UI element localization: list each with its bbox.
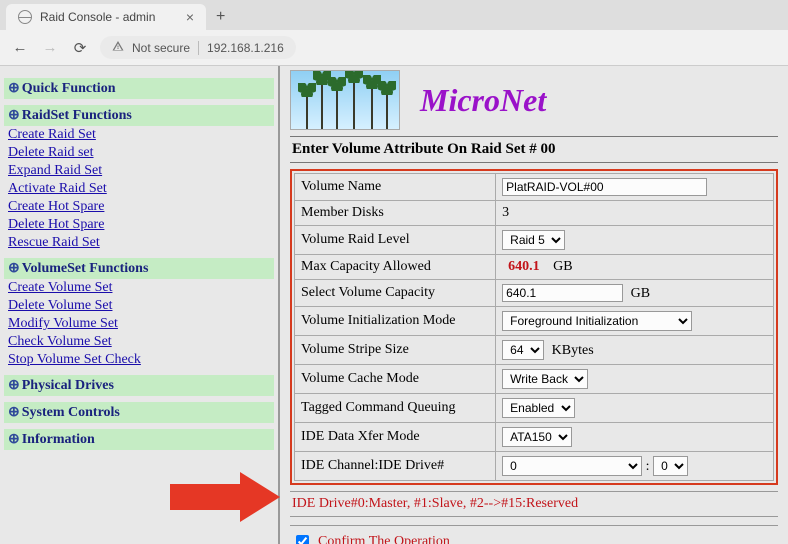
sidebar-group-header[interactable]: ⊕System Controls bbox=[4, 402, 274, 423]
form-highlight-box: Volume Name Member Disks 3 Volume Raid L… bbox=[290, 169, 778, 485]
tcq-select[interactable]: Enabled bbox=[502, 398, 575, 418]
table-row: Volume Stripe Size 64 KBytes bbox=[295, 336, 774, 365]
confirm-row: Confirm The Operation bbox=[290, 525, 778, 544]
sidebar-link[interactable]: Activate Raid Set bbox=[4, 180, 274, 198]
tab-title: Raid Console - admin bbox=[40, 10, 155, 24]
cache-mode-select[interactable]: Write Back bbox=[502, 369, 588, 389]
globe-icon bbox=[18, 10, 32, 24]
reload-button[interactable]: ⟳ bbox=[70, 39, 90, 57]
sidebar-group-header[interactable]: ⊕Quick Function bbox=[4, 78, 274, 99]
sidebar-link[interactable]: Modify Volume Set bbox=[4, 315, 274, 333]
label-raid-level: Volume Raid Level bbox=[295, 226, 496, 255]
label-max-capacity: Max Capacity Allowed bbox=[295, 255, 496, 280]
max-capacity-value: 640.1 GB bbox=[496, 255, 774, 280]
table-row: Volume Raid Level Raid 5 bbox=[295, 226, 774, 255]
ide-channel-select[interactable]: 0 bbox=[502, 456, 642, 476]
label-select-capacity: Select Volume Capacity bbox=[295, 280, 496, 307]
sidebar-link[interactable]: Expand Raid Set bbox=[4, 162, 274, 180]
member-disks-value: 3 bbox=[496, 201, 774, 226]
sidebar-group-header[interactable]: ⊕RaidSet Functions bbox=[4, 105, 274, 126]
capacity-unit: GB bbox=[631, 286, 650, 301]
sidebar-link[interactable]: Create Volume Set bbox=[4, 279, 274, 297]
tab-bar: Raid Console - admin × + bbox=[0, 0, 788, 30]
main-content: MicroNet Enter Volume Attribute On Raid … bbox=[280, 66, 788, 544]
confirm-label: Confirm The Operation bbox=[318, 534, 450, 544]
init-mode-select[interactable]: Foreground Initialization bbox=[502, 311, 692, 331]
label-cache-mode: Volume Cache Mode bbox=[295, 365, 496, 394]
table-row: Volume Name bbox=[295, 174, 774, 201]
label-member-disks: Member Disks bbox=[295, 201, 496, 226]
volume-name-input[interactable] bbox=[502, 178, 707, 196]
table-row: Volume Initialization Mode Foreground In… bbox=[295, 307, 774, 336]
label-init-mode: Volume Initialization Mode bbox=[295, 307, 496, 336]
sidebar-link[interactable]: Stop Volume Set Check bbox=[4, 351, 274, 369]
sidebar-link[interactable]: Delete Hot Spare bbox=[4, 216, 274, 234]
new-tab-button[interactable]: + bbox=[206, 4, 235, 30]
sidebar-link[interactable]: Check Volume Set bbox=[4, 333, 274, 351]
warning-icon bbox=[112, 40, 124, 55]
table-row: IDE Data Xfer Mode ATA150 bbox=[295, 423, 774, 452]
browser-chrome: Raid Console - admin × + ← → ⟳ Not secur… bbox=[0, 0, 788, 66]
label-xfer-mode: IDE Data Xfer Mode bbox=[295, 423, 496, 452]
sidebar-link[interactable]: Delete Volume Set bbox=[4, 297, 274, 315]
ide-footnote: IDE Drive#0:Master, #1:Slave, #2-->#15:R… bbox=[290, 491, 778, 517]
hero: MicroNet bbox=[290, 70, 778, 130]
label-tcq: Tagged Command Queuing bbox=[295, 394, 496, 423]
table-row: Member Disks 3 bbox=[295, 201, 774, 226]
url-text: 192.168.1.216 bbox=[207, 41, 284, 55]
browser-tab[interactable]: Raid Console - admin × bbox=[6, 4, 206, 30]
url-field[interactable]: Not secure 192.168.1.216 bbox=[100, 36, 296, 59]
sidebar: ⊕Quick Function⊕RaidSet FunctionsCreate … bbox=[0, 66, 280, 544]
stripe-size-select[interactable]: 64 bbox=[502, 340, 544, 360]
table-row: IDE Channel:IDE Drive# 0 : 0 bbox=[295, 452, 774, 481]
sidebar-link[interactable]: Create Raid Set bbox=[4, 126, 274, 144]
raid-level-select[interactable]: Raid 5 bbox=[502, 230, 565, 250]
sidebar-link[interactable]: Delete Raid set bbox=[4, 144, 274, 162]
security-label: Not secure bbox=[132, 41, 190, 55]
address-bar: ← → ⟳ Not secure 192.168.1.216 bbox=[0, 30, 788, 65]
ide-drive-select[interactable]: 0 bbox=[653, 456, 688, 476]
forward-button[interactable]: → bbox=[40, 39, 60, 56]
brand-title: MicroNet bbox=[420, 82, 546, 119]
label-ide-channel: IDE Channel:IDE Drive# bbox=[295, 452, 496, 481]
table-row: Max Capacity Allowed 640.1 GB bbox=[295, 255, 774, 280]
close-icon[interactable]: × bbox=[186, 10, 194, 24]
sidebar-group-header[interactable]: ⊕VolumeSet Functions bbox=[4, 258, 274, 279]
volume-attribute-table: Volume Name Member Disks 3 Volume Raid L… bbox=[294, 173, 774, 481]
back-button[interactable]: ← bbox=[10, 39, 30, 56]
sidebar-link[interactable]: Create Hot Spare bbox=[4, 198, 274, 216]
divider bbox=[198, 41, 199, 55]
xfer-mode-select[interactable]: ATA150 bbox=[502, 427, 572, 447]
label-volume-name: Volume Name bbox=[295, 174, 496, 201]
sidebar-group-header[interactable]: ⊕Information bbox=[4, 429, 274, 450]
panel-title: Enter Volume Attribute On Raid Set # 00 bbox=[290, 136, 778, 163]
table-row: Select Volume Capacity GB bbox=[295, 280, 774, 307]
hero-image bbox=[290, 70, 400, 130]
select-capacity-input[interactable] bbox=[502, 284, 623, 302]
label-stripe-size: Volume Stripe Size bbox=[295, 336, 496, 365]
sidebar-group-header[interactable]: ⊕Physical Drives bbox=[4, 375, 274, 396]
table-row: Volume Cache Mode Write Back bbox=[295, 365, 774, 394]
stripe-unit: KBytes bbox=[552, 343, 594, 358]
colon-divider: : bbox=[646, 459, 653, 474]
table-row: Tagged Command Queuing Enabled bbox=[295, 394, 774, 423]
sidebar-link[interactable]: Rescue Raid Set bbox=[4, 234, 274, 252]
